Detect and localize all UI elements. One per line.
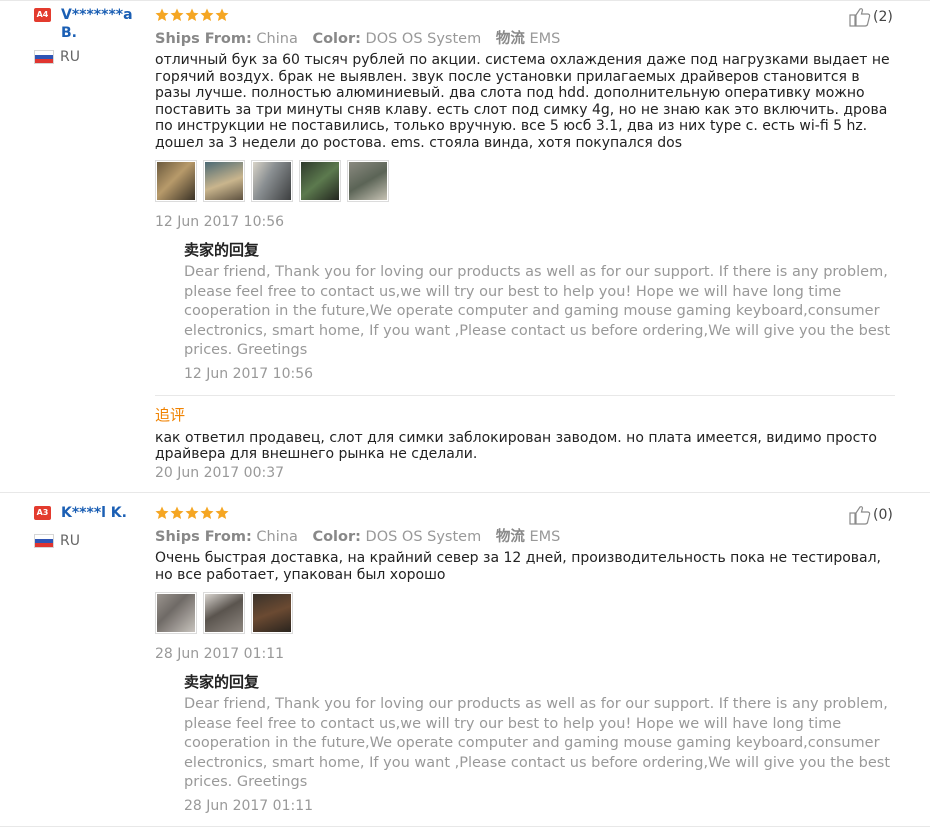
ships-from-label: Ships From: <box>155 31 252 47</box>
star-icon <box>155 506 169 519</box>
reviewer-info: A3 K****l K. RU <box>34 504 146 549</box>
review-photo-thumbnail[interactable] <box>251 160 293 202</box>
star-rating <box>155 8 895 24</box>
star-icon <box>215 506 229 519</box>
review-photo-thumbnail[interactable] <box>203 160 245 202</box>
followup-title: 追评 <box>155 405 186 424</box>
reviewer-country: RU <box>60 49 80 65</box>
review-content: Ships From: China Color: DOS OS System 物… <box>155 8 895 482</box>
seller-reply-text: Dear friend, Thank you for loving our pr… <box>184 696 891 790</box>
review-photos <box>155 592 895 634</box>
review-photo-thumbnail[interactable] <box>155 592 197 634</box>
followup-date: 20 Jun 2017 00:37 <box>155 464 285 481</box>
reviewer-name[interactable]: V*******a B. <box>61 6 146 42</box>
order-meta: Ships From: China Color: DOS OS System 物… <box>155 528 895 546</box>
logistics-value: EMS <box>529 529 561 545</box>
seller-reply-title: 卖家的回复 <box>184 673 260 691</box>
review-content: Ships From: China Color: DOS OS System 物… <box>155 506 895 815</box>
color-value: DOS OS System <box>365 31 482 47</box>
ships-from-label: Ships From: <box>155 529 252 545</box>
logistics-label: 物流 <box>495 31 525 47</box>
seller-reply: 卖家的回复 Dear friend, Thank you for loving … <box>184 240 895 383</box>
review-text: Очень быстрая доставка, на крайний север… <box>155 550 882 583</box>
review-text: отличный бук за 60 тысяч рублей по акции… <box>155 52 890 151</box>
logistics-value: EMS <box>529 31 561 47</box>
seller-reply-date: 28 Jun 2017 01:11 <box>184 797 314 814</box>
review-date: 28 Jun 2017 01:11 <box>155 646 285 662</box>
seller-reply-title: 卖家的回复 <box>184 241 260 259</box>
star-icon <box>170 506 184 519</box>
review-photo-thumbnail[interactable] <box>347 160 389 202</box>
russia-flag-icon <box>34 534 54 548</box>
buyer-level-badge: A4 <box>34 8 51 22</box>
review-photo-thumbnail[interactable] <box>299 160 341 202</box>
divider <box>0 492 930 493</box>
buyer-level-badge: A3 <box>34 506 51 520</box>
seller-reply: 卖家的回复 Dear friend, Thank you for loving … <box>184 672 895 815</box>
color-label: Color: <box>312 31 361 47</box>
review-photo-thumbnail[interactable] <box>203 592 245 634</box>
star-icon <box>155 8 169 21</box>
order-meta: Ships From: China Color: DOS OS System 物… <box>155 30 895 48</box>
divider <box>0 826 930 827</box>
star-icon <box>185 8 199 21</box>
star-rating <box>155 506 895 522</box>
color-label: Color: <box>312 529 361 545</box>
reviewer-info: A4 V*******a B. RU <box>34 6 146 65</box>
seller-reply-text: Dear friend, Thank you for loving our pr… <box>184 264 891 358</box>
review-photo-thumbnail[interactable] <box>155 160 197 202</box>
divider <box>155 394 895 396</box>
ships-from-value: China <box>256 529 298 545</box>
ships-from-value: China <box>256 31 298 47</box>
star-icon <box>185 506 199 519</box>
followup-text: как ответил продавец, слот для симки заб… <box>155 429 877 463</box>
star-icon <box>200 506 214 519</box>
seller-reply-date: 12 Jun 2017 10:56 <box>184 365 314 382</box>
divider <box>0 0 930 1</box>
star-icon <box>170 8 184 21</box>
star-icon <box>215 8 229 21</box>
reviewer-name[interactable]: K****l K. <box>61 504 127 522</box>
logistics-label: 物流 <box>495 529 525 545</box>
review-photos <box>155 160 895 202</box>
review-date: 12 Jun 2017 10:56 <box>155 214 285 230</box>
star-icon <box>200 8 214 21</box>
reviewer-country: RU <box>60 533 80 549</box>
color-value: DOS OS System <box>365 529 482 545</box>
russia-flag-icon <box>34 50 54 64</box>
review-photo-thumbnail[interactable] <box>251 592 293 634</box>
